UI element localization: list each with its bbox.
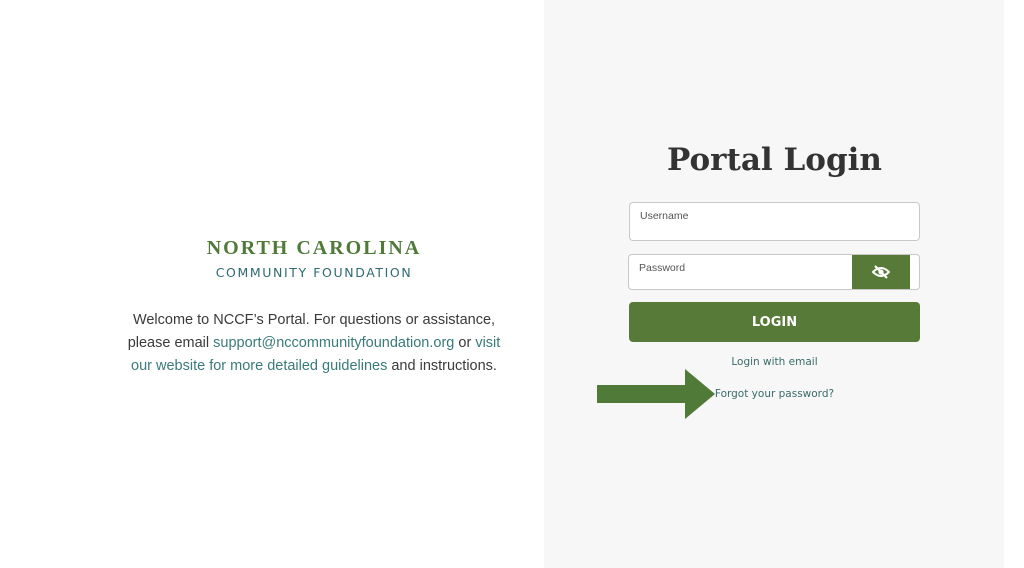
username-input[interactable] [639, 221, 909, 239]
welcome-message: Welcome to NCCF’s Portal. For questions … [118, 309, 510, 378]
password-input[interactable] [638, 271, 848, 289]
logo-line-1: NORTH CAROLINA [206, 237, 422, 259]
left-pane [0, 0, 544, 568]
nccf-logo: NORTH CAROLINA COMMUNITY FOUNDATION [0, 236, 628, 282]
right-gutter [1004, 0, 1024, 568]
login-button[interactable]: LOGIN [629, 302, 920, 342]
logo-line-2: COMMUNITY FOUNDATION [215, 265, 413, 280]
username-field[interactable]: Username [629, 202, 920, 241]
eye-slash-icon [872, 265, 890, 279]
welcome-text-or: or [454, 335, 476, 351]
welcome-text-outro: and instructions. [387, 358, 497, 374]
arrow-right-icon [597, 369, 715, 419]
login-with-email-link[interactable]: Login with email [629, 356, 920, 368]
page-title: Portal Login [667, 142, 882, 178]
support-email-link[interactable]: support@nccommunityfoundation.org [213, 335, 454, 351]
toggle-password-visibility-button[interactable] [852, 255, 910, 289]
